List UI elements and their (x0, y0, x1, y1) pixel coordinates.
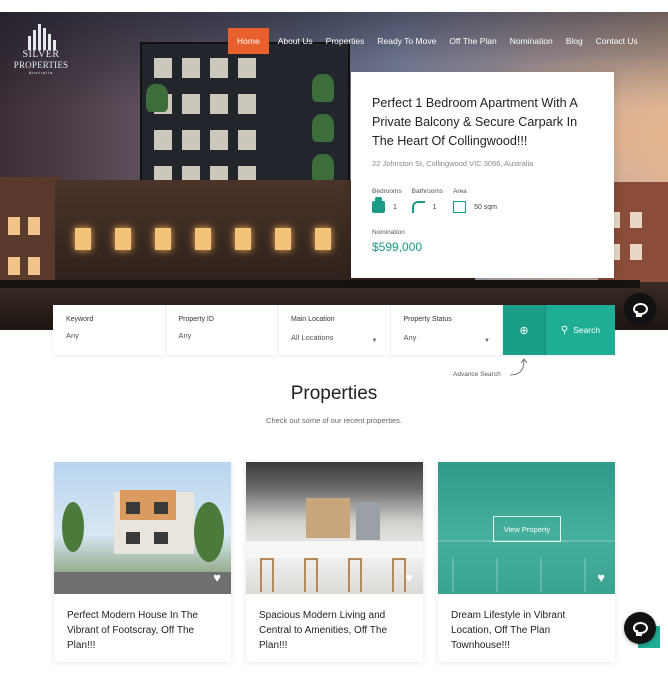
property-card-title[interactable]: Dream Lifestyle in Vibrant Location, Off… (438, 594, 615, 653)
chevron-down-icon[interactable]: ▼ (484, 338, 490, 344)
property-image[interactable]: ♥ (246, 462, 423, 594)
attr-bedrooms-label: Bedrooms (372, 188, 402, 195)
curved-arrow-icon (509, 358, 528, 376)
advance-search-hint[interactable]: Advance Search (453, 371, 501, 378)
featured-address: 22 Johnston St, Collingwood VIC 3066, Au… (372, 159, 534, 168)
main-location-label: Main Location (291, 316, 335, 323)
featured-attributes: Bedrooms 1 Bathrooms 1 Area 50 sqm (372, 188, 594, 213)
main-location-select[interactable]: Main Location All Locations ▼ (278, 305, 391, 355)
bed-icon (372, 197, 385, 213)
nav-off-the-plan[interactable]: Off The Plan (449, 28, 496, 54)
attr-area: Area 50 sqm (453, 188, 497, 213)
property-search-bar: Keyword Any Property ID Any Main Locatio… (53, 305, 615, 355)
logo-line-1: SILVER (22, 49, 60, 60)
keyword-label: Keyword (66, 316, 94, 323)
view-property-button[interactable]: View Property (493, 516, 561, 542)
property-card[interactable]: View Property ♥ Dream Lifestyle in Vibra… (438, 462, 615, 662)
search-icon: ⚲ (560, 324, 569, 336)
attr-bedrooms-value: 1 (393, 203, 397, 211)
featured-price: $599,000 (372, 240, 423, 254)
logo-line-3: Australia (28, 70, 54, 75)
nav-properties[interactable]: Properties (326, 28, 365, 54)
chat-bubble-icon (632, 622, 648, 636)
nav-home[interactable]: Home (228, 28, 269, 54)
chat-button[interactable] (624, 293, 656, 325)
heart-icon[interactable]: ♥ (597, 570, 605, 585)
property-card[interactable]: ♥ Perfect Modern House In The Vibrant of… (54, 462, 231, 662)
chat-button[interactable] (624, 612, 656, 644)
chat-bubble-icon (632, 303, 648, 317)
heart-icon[interactable]: ♥ (405, 570, 413, 585)
featured-property-card[interactable]: Perfect 1 Bedroom Apartment With A Priva… (351, 72, 614, 278)
property-id-label: Property ID (178, 316, 214, 323)
property-image[interactable]: View Property ♥ (438, 462, 615, 594)
property-status-label: Property Status (403, 316, 452, 323)
attr-bedrooms: Bedrooms 1 (372, 188, 402, 213)
search-button-label: Search (573, 325, 601, 335)
property-status-value[interactable]: Any (404, 333, 491, 342)
properties-section-subtitle: Check out some of our recent properties. (266, 416, 402, 425)
zoom-in-icon: ⊕ (519, 324, 529, 337)
properties-section-title: Properties (290, 383, 378, 404)
heart-icon[interactable]: ♥ (213, 570, 221, 585)
property-id-field[interactable]: Property ID Any (166, 305, 278, 355)
search-button[interactable]: ⚲ Search (546, 305, 615, 355)
nav-contact-us[interactable]: Contact Us (596, 28, 638, 54)
hero-awning (0, 280, 640, 288)
attr-area-label: Area (453, 188, 467, 195)
property-id-input[interactable]: Any (179, 331, 266, 340)
chevron-down-icon[interactable]: ▼ (372, 338, 378, 344)
property-image[interactable]: ♥ (54, 462, 231, 594)
property-card[interactable]: ♥ Spacious Modern Living and Central to … (246, 462, 423, 662)
area-icon (453, 201, 467, 213)
attr-bathrooms-value: 1 (432, 203, 437, 211)
main-nav: Home About Us Properties Ready To Move O… (228, 28, 638, 54)
main-location-value[interactable]: All Locations (291, 333, 378, 342)
attr-bathrooms-label: Bathrooms (411, 188, 444, 195)
attr-bathrooms: Bathrooms 1 (411, 188, 444, 213)
featured-title[interactable]: Perfect 1 Bedroom Apartment With A Priva… (372, 94, 594, 151)
logo-line-2: PROPERTIES (13, 60, 69, 70)
advanced-search-button[interactable]: ⊕ (503, 305, 546, 355)
attr-area-value: 50 sqm (474, 203, 498, 211)
keyword-input[interactable]: Any (66, 331, 153, 340)
nav-nomination[interactable]: Nomination (510, 28, 553, 54)
keyword-field[interactable]: Keyword Any (53, 305, 166, 355)
nav-about-us[interactable]: About Us (278, 28, 313, 54)
property-status-select[interactable]: Property Status Any ▼ (391, 305, 503, 355)
site-logo[interactable]: SILVER PROPERTIES Australia (10, 22, 72, 75)
nomination-label: Nomination (372, 229, 405, 236)
nav-blog[interactable]: Blog (566, 28, 583, 54)
nav-ready-to-move[interactable]: Ready To Move (377, 28, 436, 54)
property-card-title[interactable]: Spacious Modern Living and Central to Am… (246, 594, 423, 653)
property-card-title[interactable]: Perfect Modern House In The Vibrant of F… (54, 594, 231, 653)
city-skyline-logo-icon (10, 22, 72, 50)
shower-icon (411, 201, 425, 213)
